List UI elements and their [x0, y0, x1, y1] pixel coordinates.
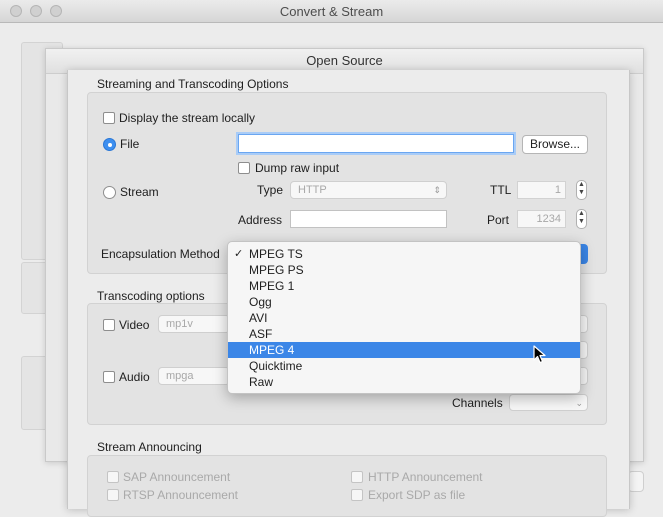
- sdp-checkbox[interactable]: [351, 489, 363, 501]
- channels-label: Channels: [452, 396, 503, 410]
- video-checkbox[interactable]: [103, 319, 115, 331]
- menu-item-mpeg-4[interactable]: MPEG 4: [228, 342, 580, 358]
- audio-codec-popup[interactable]: mpga: [158, 367, 230, 385]
- window-titlebar: Convert & Stream: [0, 0, 663, 23]
- port-stepper[interactable]: ▲ ▼: [576, 209, 587, 229]
- file-label: File: [120, 137, 140, 151]
- sap-label: SAP Announcement: [123, 470, 231, 484]
- audio-codec-value: mpga: [166, 370, 194, 382]
- browse-button[interactable]: Browse...: [522, 135, 588, 154]
- http-checkbox[interactable]: [351, 471, 363, 483]
- stream-radio[interactable]: [103, 186, 116, 199]
- type-popup[interactable]: HTTP ⇕: [290, 181, 447, 199]
- menu-item-mpeg-ts[interactable]: ✓ MPEG TS: [228, 246, 580, 262]
- dump-raw-label: Dump raw input: [255, 161, 340, 175]
- menu-item-raw[interactable]: Raw: [228, 374, 580, 390]
- dump-raw-checkbox[interactable]: [238, 162, 250, 174]
- sap-checkbox[interactable]: [107, 471, 119, 483]
- http-label: HTTP Announcement: [368, 470, 483, 484]
- transcoding-section-title: Transcoding options: [97, 289, 205, 303]
- port-label: Port: [487, 213, 510, 227]
- menu-item-quicktime[interactable]: Quicktime: [228, 358, 580, 374]
- menu-item-ogg[interactable]: Ogg: [228, 294, 580, 310]
- stream-label: Stream: [120, 185, 159, 199]
- video-codec-value: mp1v: [166, 318, 193, 330]
- checkmark-icon: ✓: [234, 248, 244, 260]
- menu-item-asf[interactable]: ASF: [228, 326, 580, 342]
- file-path-input[interactable]: [238, 134, 514, 153]
- streaming-section-title: Streaming and Transcoding Options: [97, 77, 289, 91]
- menu-item-avi[interactable]: AVI: [228, 310, 580, 326]
- video-codec-popup[interactable]: mp1v: [158, 315, 230, 333]
- rtsp-checkbox[interactable]: [107, 489, 119, 501]
- menu-item-mpeg-ps[interactable]: MPEG PS: [228, 262, 580, 278]
- type-value: HTTP: [298, 184, 327, 196]
- ttl-label: TTL: [490, 183, 512, 197]
- encapsulation-menu: ✓ MPEG TS MPEG PS MPEG 1 Ogg AVI ASF MPE…: [227, 241, 581, 394]
- address-input[interactable]: [290, 210, 447, 228]
- video-label: Video: [119, 318, 150, 332]
- menu-item-mpeg-1[interactable]: MPEG 1: [228, 278, 580, 294]
- encapsulation-label: Encapsulation Method: [101, 247, 220, 261]
- address-label: Address: [238, 213, 283, 227]
- window-title: Convert & Stream: [279, 4, 384, 19]
- audio-label: Audio: [119, 370, 150, 384]
- display-locally-checkbox[interactable]: [103, 112, 115, 124]
- type-label: Type: [257, 183, 284, 197]
- sdp-label: Export SDP as file: [368, 488, 466, 502]
- open-source-title: Open Source: [306, 53, 383, 68]
- background-button: [628, 471, 644, 492]
- channels-popup[interactable]: ⌄: [509, 394, 588, 411]
- ttl-stepper[interactable]: ▲ ▼: [576, 180, 587, 200]
- announcing-section-title: Stream Announcing: [97, 440, 202, 454]
- audio-checkbox[interactable]: [103, 371, 115, 383]
- ttl-field[interactable]: 1: [517, 181, 566, 199]
- updown-arrows-icon: ⇕: [433, 185, 441, 195]
- rtsp-label: RTSP Announcement: [123, 488, 238, 502]
- port-field[interactable]: 1234: [517, 210, 566, 228]
- chevron-down-icon: ⌄: [575, 398, 583, 408]
- mouse-cursor-icon: [533, 345, 546, 364]
- display-locally-label: Display the stream locally: [119, 111, 256, 125]
- announcing-group: [87, 455, 607, 517]
- file-radio[interactable]: [103, 138, 116, 151]
